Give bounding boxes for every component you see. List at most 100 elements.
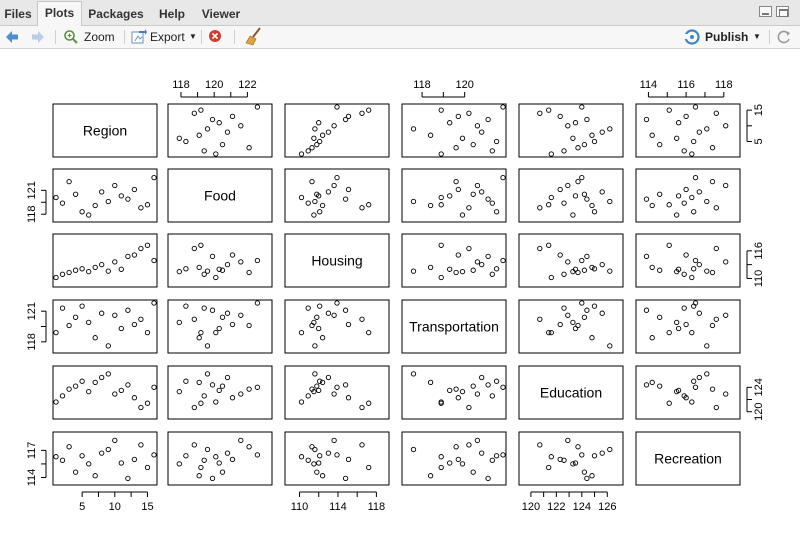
data-point	[144, 400, 151, 406]
zoom-button[interactable]: Zoom	[63, 26, 115, 48]
data-point	[683, 186, 689, 193]
data-point	[345, 186, 352, 193]
data-point	[537, 110, 543, 116]
toolbar-divider	[769, 30, 770, 44]
data-point	[198, 107, 204, 113]
data-point	[704, 268, 710, 274]
data-point	[470, 383, 476, 389]
tab-plots[interactable]: Plots	[37, 1, 82, 27]
data-point	[453, 444, 459, 450]
tab-viewer[interactable]: Viewer	[194, 2, 248, 26]
data-point	[493, 378, 500, 384]
data-point	[709, 145, 716, 151]
data-point	[607, 198, 613, 205]
minimize-pane-icon[interactable]	[759, 6, 772, 17]
remove-plot-button[interactable]	[208, 26, 224, 48]
data-point	[112, 182, 118, 189]
export-menu-button[interactable]: Export ▼	[131, 26, 197, 48]
data-point	[561, 271, 567, 277]
data-point	[427, 202, 434, 209]
data-point	[575, 145, 581, 151]
panel-frame	[635, 103, 741, 158]
data-point	[317, 453, 323, 459]
maximize-pane-icon[interactable]	[776, 6, 789, 17]
data-point	[696, 189, 702, 195]
data-point	[649, 202, 655, 209]
broom-icon	[245, 27, 261, 46]
refresh-button[interactable]	[776, 26, 792, 48]
data-point	[201, 393, 207, 399]
panel-frame	[518, 103, 624, 158]
data-point	[325, 310, 332, 316]
data-point	[575, 322, 581, 329]
data-point	[453, 269, 459, 276]
data-point	[537, 245, 543, 252]
data-point	[334, 104, 340, 110]
tab-packages[interactable]: Packages	[82, 2, 150, 26]
data-point	[692, 104, 699, 110]
data-point	[649, 335, 655, 341]
data-point	[59, 305, 66, 311]
forward-arrow-icon[interactable]	[30, 26, 46, 48]
data-point	[246, 269, 252, 276]
data-point	[584, 475, 590, 482]
data-point	[427, 264, 434, 271]
data-point	[485, 196, 491, 202]
data-point	[366, 329, 372, 336]
axis-tick-label: 120	[205, 79, 223, 91]
data-point	[438, 454, 444, 460]
panel-frame	[52, 299, 158, 354]
axis-tick-label: 15	[141, 501, 153, 513]
back-arrow-icon[interactable]	[4, 26, 20, 48]
data-point	[305, 457, 311, 463]
data-point	[591, 138, 598, 145]
data-point	[112, 437, 118, 444]
data-point	[643, 382, 650, 388]
data-point	[459, 212, 466, 218]
data-point	[198, 329, 204, 336]
data-point	[561, 305, 567, 311]
data-point	[151, 452, 157, 458]
data-point	[474, 391, 481, 397]
data-point	[191, 245, 197, 252]
data-point	[459, 135, 466, 141]
data-point	[99, 189, 105, 195]
data-point	[466, 245, 472, 252]
data-point	[59, 393, 66, 399]
data-point	[489, 200, 495, 206]
data-point	[696, 129, 702, 135]
data-point	[410, 446, 417, 453]
panel-frame	[52, 233, 158, 288]
diagonal-variable-label: Transportation	[409, 319, 499, 335]
data-point	[643, 196, 650, 202]
data-point	[298, 329, 305, 336]
panel-frame	[401, 233, 507, 288]
data-point	[246, 322, 252, 329]
data-point	[683, 113, 689, 120]
data-point	[254, 452, 261, 458]
tab-files[interactable]: Files	[0, 2, 36, 26]
clear-all-plots-button[interactable]	[245, 26, 263, 48]
data-point	[316, 460, 322, 466]
axis-tick-label: 118	[715, 79, 733, 91]
publish-button[interactable]: Publish ▼	[683, 26, 763, 48]
data-point	[224, 261, 231, 268]
data-point	[342, 307, 349, 313]
data-point	[485, 382, 491, 388]
data-point	[459, 268, 466, 275]
data-point	[709, 269, 716, 276]
data-point	[131, 456, 138, 463]
data-point	[683, 321, 689, 328]
tab-help[interactable]: Help	[150, 2, 194, 26]
data-point	[92, 264, 98, 271]
data-point	[176, 268, 182, 275]
data-point	[572, 460, 579, 466]
data-point	[470, 469, 476, 475]
data-point	[599, 189, 605, 195]
axis-tick-label: 116	[677, 79, 695, 91]
data-point	[196, 379, 202, 386]
data-point	[575, 444, 581, 450]
axis-tick-label: 121	[26, 181, 38, 199]
data-point	[224, 310, 231, 316]
data-point	[470, 191, 476, 197]
